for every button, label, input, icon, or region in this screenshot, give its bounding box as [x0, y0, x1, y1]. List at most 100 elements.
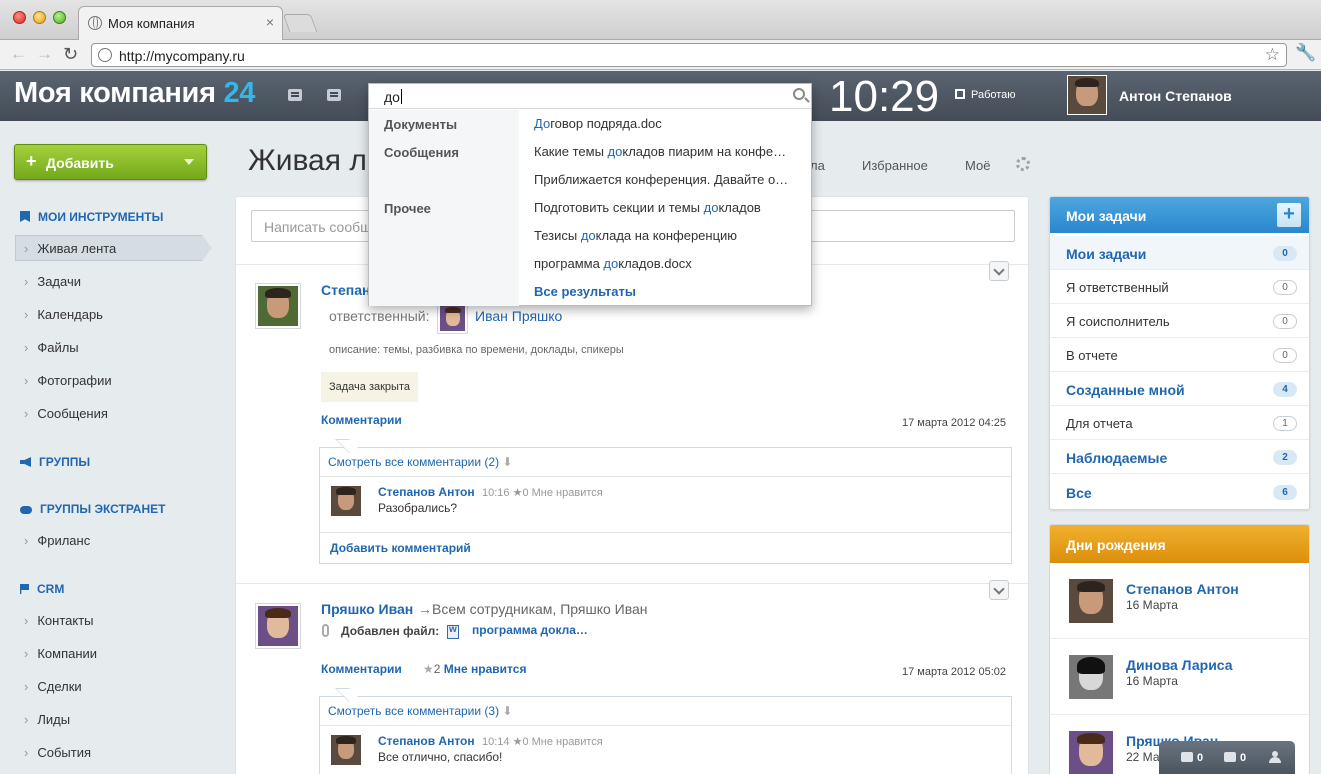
all-results-link[interactable]: Все результаты: [534, 284, 636, 299]
avatar[interactable]: [1069, 579, 1113, 623]
like-button[interactable]: Мне нравится: [444, 662, 527, 676]
wrench-icon[interactable]: 🔧: [1295, 43, 1316, 63]
avatar[interactable]: [1069, 655, 1113, 699]
comments-link[interactable]: Комментарии: [321, 413, 402, 427]
alerts-counter[interactable]: 0: [1224, 752, 1246, 764]
person-name[interactable]: Степанов Антон: [1126, 581, 1239, 597]
arrow-left-icon[interactable]: ←: [10, 44, 27, 64]
comment-like-button[interactable]: Мне нравится: [532, 736, 603, 748]
avatar[interactable]: [331, 486, 361, 516]
search-icon[interactable]: [793, 88, 805, 100]
list-item[interactable]: Степанов Антон 16 Марта: [1050, 563, 1309, 639]
star-icon[interactable]: ☆: [1265, 45, 1280, 65]
reload-icon[interactable]: ↻: [63, 44, 78, 64]
search-result[interactable]: Подготовить секции и темы докладов: [534, 200, 761, 215]
section-crm[interactable]: CRM: [20, 582, 64, 596]
avatar[interactable]: [1069, 731, 1113, 774]
sidebar-item-events[interactable]: События: [24, 745, 91, 760]
sidebar-item-deals[interactable]: Сделки: [24, 679, 81, 694]
avatar[interactable]: [1067, 75, 1107, 115]
sidebar-item-messages[interactable]: Сообщения: [24, 406, 108, 421]
messages-counter[interactable]: 0: [1181, 752, 1203, 764]
task-filter-row[interactable]: Созданные мной 4: [1050, 372, 1309, 406]
result-text: кладов.docx: [618, 256, 692, 271]
responsible-avatar[interactable]: [437, 303, 468, 334]
sidebar-item-photos[interactable]: Фотографии: [24, 373, 111, 388]
chevron-down-icon[interactable]: [989, 261, 1009, 281]
comment-like-button[interactable]: Мне нравится: [532, 487, 603, 499]
section-extranet[interactable]: ГРУППЫ ЭКСТРАНЕТ: [20, 502, 165, 516]
search-result[interactable]: Какие темы докладов пиарим на конфе…: [534, 144, 786, 159]
post-author[interactable]: Пряшко Иван: [321, 601, 413, 617]
info-icon[interactable]: [327, 89, 341, 101]
tab-partial[interactable]: ла: [810, 158, 825, 173]
close-window-button[interactable]: [13, 11, 26, 24]
sidebar-item-leads[interactable]: Лиды: [24, 712, 70, 727]
sidebar-item-freelance[interactable]: Фриланс: [24, 533, 90, 548]
search-result[interactable]: Тезисы доклада на конференцию: [534, 228, 737, 243]
zoom-window-button[interactable]: [53, 11, 66, 24]
view-all-comments-link[interactable]: Смотреть все комментарии (2) ⬇: [328, 455, 512, 469]
sidebar-item-calendar[interactable]: Календарь: [24, 307, 103, 322]
people-icon[interactable]: [1269, 751, 1283, 763]
search-input[interactable]: до: [369, 84, 811, 109]
chevron-down-icon[interactable]: [184, 159, 194, 165]
tab-mine[interactable]: Моё: [965, 158, 990, 173]
post-avatar[interactable]: [255, 283, 301, 329]
search-result[interactable]: Приближается конференция. Давайте о…: [534, 172, 788, 187]
task-filter-row[interactable]: Я соисполнитель 0: [1050, 304, 1309, 338]
comment-author[interactable]: Степанов Антон: [378, 734, 475, 748]
search-result[interactable]: Договор подряда.doc: [534, 116, 662, 131]
list-item[interactable]: Динова Лариса 16 Марта: [1050, 639, 1309, 715]
section-groups[interactable]: ГРУППЫ: [20, 455, 90, 469]
sidebar-item-tasks[interactable]: Задачи: [24, 274, 81, 289]
task-filter-row[interactable]: Я ответственный 0: [1050, 270, 1309, 304]
search-query[interactable]: до: [384, 89, 402, 105]
task-filter-row[interactable]: Для отчета 1: [1050, 406, 1309, 440]
user-name[interactable]: Антон Степанов: [1119, 88, 1232, 104]
comment-like-count[interactable]: ★0: [513, 736, 529, 748]
sidebar-item-feed[interactable]: Живая лента: [24, 241, 116, 256]
task-filter-row[interactable]: Все 6: [1050, 475, 1309, 509]
info-icon: [1224, 752, 1236, 762]
file-link[interactable]: программа докла…: [472, 623, 588, 637]
minimize-window-button[interactable]: [33, 11, 46, 24]
post-avatar[interactable]: [255, 603, 301, 649]
sidebar-item-files[interactable]: Файлы: [24, 340, 78, 355]
tab-close-icon[interactable]: ×: [266, 15, 274, 29]
add-comment-link[interactable]: Добавить комментарий: [330, 541, 471, 555]
section-my-tools[interactable]: МОИ ИНСТРУМЕНТЫ: [20, 210, 163, 224]
task-filter-row[interactable]: Мои задачи 0: [1050, 236, 1309, 270]
sidebar-item-companies[interactable]: Компании: [24, 646, 97, 661]
count-badge: 4: [1273, 382, 1297, 397]
like-widget[interactable]: ★2 Мне нравится: [423, 662, 526, 676]
comment-like-count[interactable]: ★0: [513, 487, 529, 499]
responsible-name[interactable]: Иван Пряшко: [475, 308, 562, 324]
logo[interactable]: Моя компания 24: [14, 77, 255, 110]
chevron-down-icon[interactable]: [989, 580, 1009, 600]
chat-icon[interactable]: [288, 89, 302, 101]
add-button[interactable]: + Добавить: [14, 144, 207, 180]
tab-favorites[interactable]: Избранное: [862, 158, 928, 173]
work-status-toggle[interactable]: Работаю: [955, 89, 1016, 101]
task-filter-row[interactable]: В отчете 0: [1050, 338, 1309, 372]
add-task-button[interactable]: +: [1277, 203, 1301, 227]
url-text[interactable]: http://mycompany.ru: [119, 48, 245, 64]
comment-author[interactable]: Степанов Антон: [378, 485, 475, 499]
tasks-title[interactable]: Мои задачи: [1066, 208, 1146, 224]
gear-icon[interactable]: [1016, 157, 1030, 171]
comments-link[interactable]: Комментарии: [321, 662, 402, 676]
count-badge: 1: [1273, 416, 1297, 431]
view-all-comments-link[interactable]: Смотреть все комментарии (3) ⬇: [328, 704, 512, 718]
address-bar[interactable]: http://mycompany.ru ☆: [91, 43, 1287, 67]
avatar[interactable]: [331, 735, 361, 765]
person-name[interactable]: Динова Лариса: [1126, 657, 1233, 673]
sidebar-item-contacts[interactable]: Контакты: [24, 613, 93, 628]
post-author[interactable]: Степан: [321, 282, 370, 298]
browser-tab[interactable]: Моя компания ×: [78, 6, 283, 40]
new-tab-button[interactable]: [282, 14, 318, 32]
post-recipients[interactable]: Всем сотрудникам, Пряшко Иван: [432, 601, 648, 617]
search-result[interactable]: программа докладов.docx: [534, 256, 692, 271]
task-filter-row[interactable]: Наблюдаемые 2: [1050, 440, 1309, 474]
arrow-right-icon[interactable]: →: [36, 44, 53, 64]
